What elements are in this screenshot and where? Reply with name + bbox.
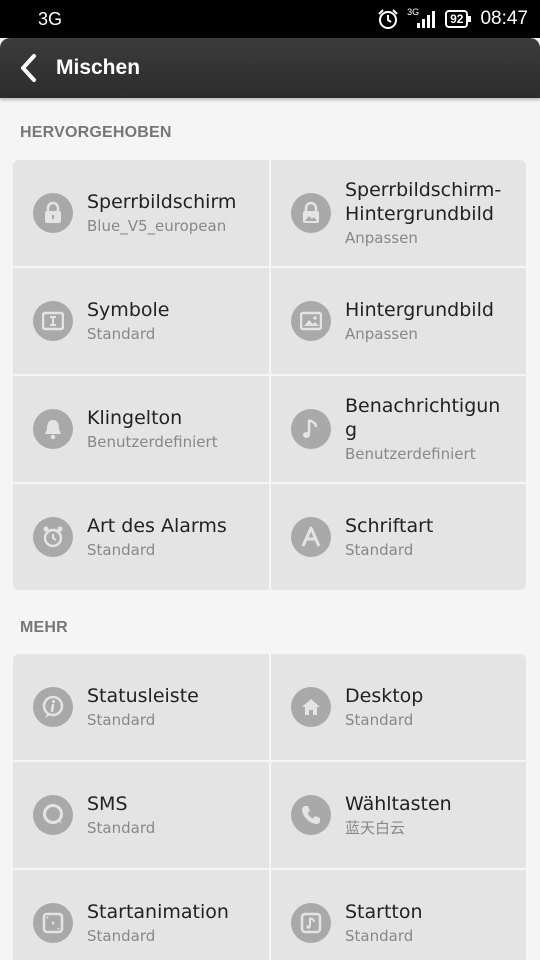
tile-title: Klingelton	[87, 406, 183, 429]
tile-title: Statusleiste	[87, 684, 199, 707]
tile-subtitle: Anpassen	[345, 324, 418, 343]
tile-title: Startton	[345, 900, 423, 923]
featured-grid: Sperrbildschirm Blue_V5_european Sperrbild…	[13, 160, 526, 590]
alarm-icon	[377, 8, 399, 30]
tile-subtitle: Standard	[345, 926, 414, 945]
tile-title: Startanimation	[87, 900, 229, 923]
message-icon	[33, 795, 73, 835]
tile-text: Symbole Standard	[87, 298, 169, 345]
status-icons: 3G 92 08:47	[377, 7, 528, 30]
lock-icon	[33, 193, 73, 233]
tile-text: Startton Standard	[345, 900, 423, 947]
tile-statusleiste[interactable]: Statusleiste Standard	[13, 654, 269, 760]
tile-subtitle: Standard	[87, 324, 156, 343]
wallpaper-icon	[291, 301, 331, 341]
tile-text: SMS Standard	[87, 792, 155, 839]
tile-text: Klingelton Benutzerdefiniert	[87, 406, 218, 453]
tile-subtitle: Standard	[87, 818, 156, 837]
music-note-icon	[291, 409, 331, 449]
tile-startton[interactable]: Startton Standard	[271, 870, 526, 960]
tile-title: Sperrbildschirm	[87, 190, 237, 213]
tile-subtitle: Blue_V5_european	[87, 216, 227, 235]
lock-wallpaper-icon	[291, 193, 331, 233]
tile-subtitle: 蓝天白云	[345, 818, 406, 837]
tile-subtitle: Benutzerdefiniert	[345, 444, 476, 463]
tile-text: Hintergrundbild Anpassen	[345, 298, 494, 345]
tile-text: Sperrbildschirm Blue_V5_european	[87, 190, 236, 237]
tile-subtitle: Standard	[87, 710, 156, 729]
icons-icon	[33, 301, 73, 341]
tile-text: Benachrichtigun g Benutzerdefiniert	[345, 394, 500, 465]
tile-schriftart[interactable]: Schriftart Standard	[271, 484, 526, 590]
tile-text: Startanimation Standard	[87, 900, 229, 947]
tile-subtitle: Standard	[345, 710, 414, 729]
info-icon	[33, 687, 73, 727]
signal-3g-label: 3G	[407, 7, 420, 17]
tile-title: Schriftart	[345, 514, 434, 537]
tile-desktop[interactable]: Desktop Standard	[271, 654, 526, 760]
boot-animation-icon	[33, 903, 73, 943]
more-grid: Statusleiste Standard Desktop Standard SMS St…	[13, 654, 526, 960]
tile-art-des-alarms[interactable]: Art des Alarms Standard	[13, 484, 269, 590]
alarm-clock-icon	[33, 517, 73, 557]
tile-sperrbildschirm[interactable]: Sperrbildschirm Blue_V5_european	[13, 160, 269, 266]
page-title: Mischen	[56, 56, 141, 79]
tile-subtitle: Anpassen	[345, 228, 418, 247]
boot-sound-icon	[291, 903, 331, 943]
tile-subtitle: Standard	[87, 540, 156, 559]
title-bar: Mischen	[0, 38, 540, 98]
tile-sms[interactable]: SMS Standard	[13, 762, 269, 868]
signal-icon: 3G	[407, 7, 437, 28]
tile-subtitle: Standard	[87, 926, 156, 945]
tile-text: Sperrbildschirm- Hintergrundbild Anpassen	[345, 178, 501, 249]
battery-icon: 92	[445, 10, 472, 28]
network-type: 3G	[38, 8, 63, 29]
tile-text: Statusleiste Standard	[87, 684, 199, 731]
tile-title: SMS	[87, 792, 128, 815]
tile-title: Benachrichtigun g	[345, 394, 501, 441]
section-header-more: MEHR	[20, 619, 68, 636]
tile-subtitle: Standard	[345, 540, 414, 559]
tile-symbole[interactable]: Symbole Standard	[13, 268, 269, 374]
tile-text: Wähltasten 蓝天白云	[345, 792, 452, 839]
tile-startanimation[interactable]: Startanimation Standard	[13, 870, 269, 960]
tile-text: Desktop Standard	[345, 684, 423, 731]
font-icon	[291, 517, 331, 557]
tile-hintergrundbild[interactable]: Hintergrundbild Anpassen	[271, 268, 526, 374]
tile-sperrbildschirm-hintergrundbild[interactable]: Sperrbildschirm- Hintergrundbild Anpassen	[271, 160, 526, 266]
tile-title: Wähltasten	[345, 792, 452, 815]
tile-subtitle: Benutzerdefiniert	[87, 432, 218, 451]
tile-title: Hintergrundbild	[345, 298, 494, 321]
back-icon[interactable]	[18, 52, 42, 84]
tile-wähltasten[interactable]: Wähltasten 蓝天白云	[271, 762, 526, 868]
tile-klingelton[interactable]: Klingelton Benutzerdefiniert	[13, 376, 269, 482]
tile-text: Art des Alarms Standard	[87, 514, 227, 561]
tile-text: Schriftart Standard	[345, 514, 433, 561]
tile-title: Symbole	[87, 298, 170, 321]
tile-title: Sperrbildschirm- Hintergrundbild	[345, 178, 502, 225]
status-bar: 3G 3G 92 08:47	[0, 0, 540, 38]
clock: 08:47	[480, 8, 528, 29]
bell-icon	[33, 409, 73, 449]
tile-title: Art des Alarms	[87, 514, 227, 537]
home-icon	[291, 687, 331, 727]
phone-icon	[291, 795, 331, 835]
section-header-featured: HERVORGEHOBEN	[20, 124, 172, 141]
tile-title: Desktop	[345, 684, 424, 707]
tile-benachrichtigung[interactable]: Benachrichtigun g Benutzerdefiniert	[271, 376, 526, 482]
